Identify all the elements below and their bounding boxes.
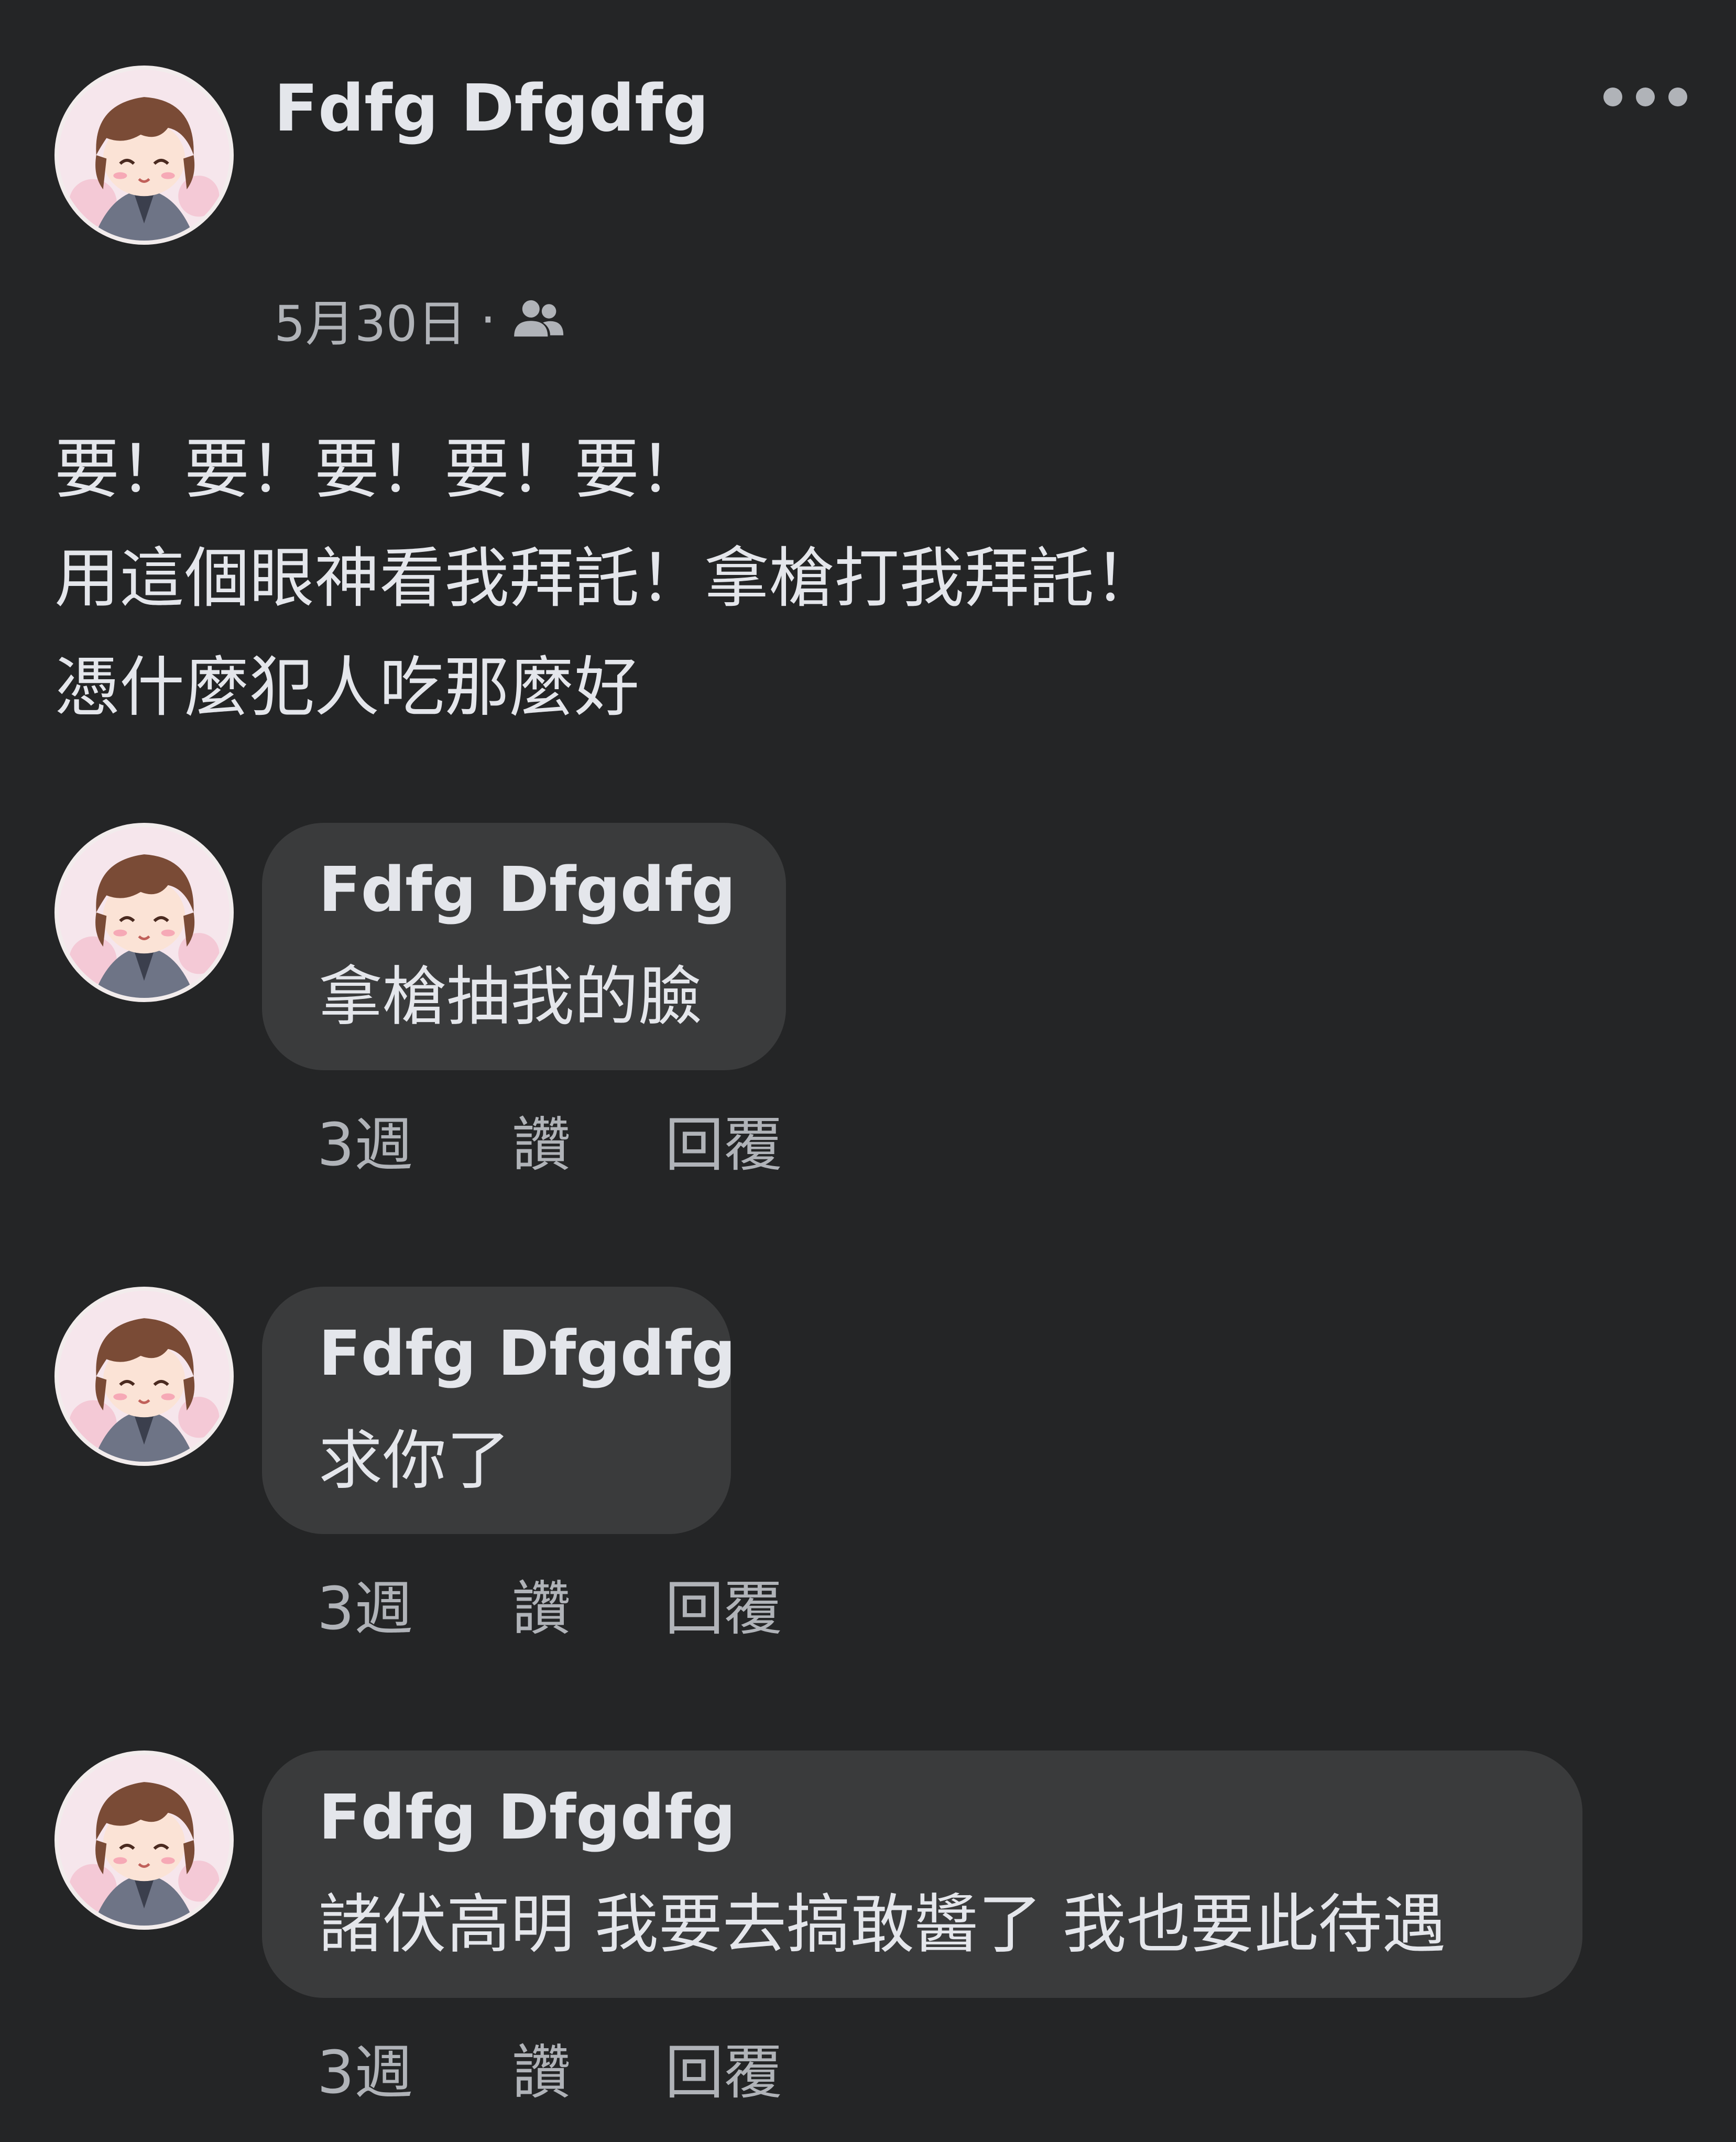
comment: Fdfg Dfgdfg 諸伏高明 我要去搞敢醬了 我也要此待遇 3週 讚 回覆 — [0, 1750, 1736, 2107]
comment-bubble[interactable]: Fdfg Dfgdfg 拿槍抽我的臉 — [262, 823, 786, 1070]
comment-time[interactable]: 3週 — [317, 1097, 512, 1182]
comment: Fdfg Dfgdfg 求你了 3週 讚 回覆 — [0, 1287, 1736, 1643]
more-options-icon — [1603, 88, 1622, 106]
comment-author[interactable]: Fdfg Dfgdfg — [319, 1314, 736, 1393]
comment-bubble[interactable]: Fdfg Dfgdfg 求你了 — [262, 1287, 736, 1534]
avatar-illustration — [59, 1291, 230, 1462]
comment-text: 拿槍抽我的臉 — [319, 960, 702, 1034]
post-meta: 5月30日 · — [274, 286, 567, 354]
comment-actions: 3週 讚 回覆 — [317, 1101, 782, 1179]
comment: Fdfg Dfgdfg 拿槍抽我的臉 3週 讚 回覆 — [0, 823, 1736, 1179]
comment-actions: 3週 讚 回覆 — [317, 1564, 782, 1643]
post-date[interactable]: 5月30日 — [274, 284, 466, 355]
commenter-avatar[interactable] — [54, 823, 234, 1002]
more-options-icon-dot — [1668, 88, 1687, 106]
comment-time[interactable]: 3週 — [317, 2025, 512, 2110]
comment-bubble[interactable]: Fdfg Dfgdfg 諸伏高明 我要去搞敢醬了 我也要此待遇 — [262, 1750, 1582, 1998]
reply-button[interactable]: 回覆 — [665, 1561, 782, 1646]
comment-time[interactable]: 3週 — [317, 1561, 512, 1646]
author-avatar[interactable] — [54, 66, 234, 245]
avatar-illustration — [59, 70, 230, 241]
comment-text: 諸伏高明 我要去搞敢醬了 我也要此待遇 — [319, 1887, 1446, 1962]
like-button[interactable]: 讚 — [512, 2025, 665, 2110]
avatar-illustration — [59, 827, 230, 998]
post-author-name[interactable]: Fdfg Dfgdfg — [274, 67, 709, 151]
like-button[interactable]: 讚 — [512, 1561, 665, 1646]
like-button[interactable]: 讚 — [512, 1097, 665, 1182]
reply-button[interactable]: 回覆 — [665, 2025, 782, 2110]
friends-icon[interactable] — [509, 291, 567, 349]
commenter-avatar[interactable] — [54, 1750, 234, 1930]
post-text-line: 要！要！要！要！要！ — [54, 432, 705, 507]
avatar-illustration — [59, 1755, 230, 1926]
more-options-button[interactable] — [1598, 79, 1693, 115]
reply-button[interactable]: 回覆 — [665, 1097, 782, 1182]
post-body: 要！要！要！要！要！ 用這個眼神看我拜託！拿槍打我拜託！ 憑什麼犯人吃那麼好 — [54, 415, 1679, 742]
meta-separator: · — [480, 291, 496, 349]
post-text-line: 用這個眼神看我拜託！拿槍打我拜託！ — [54, 541, 1160, 616]
post-text-line: 憑什麼犯人吃那麼好 — [54, 650, 640, 725]
commenter-avatar[interactable] — [54, 1287, 234, 1466]
comment-actions: 3週 讚 回覆 — [317, 2028, 782, 2107]
comment-author[interactable]: Fdfg Dfgdfg — [319, 1778, 1526, 1856]
more-options-icon-dot — [1636, 88, 1655, 106]
comment-text: 求你了 — [319, 1423, 510, 1498]
comment-author[interactable]: Fdfg Dfgdfg — [319, 850, 736, 929]
